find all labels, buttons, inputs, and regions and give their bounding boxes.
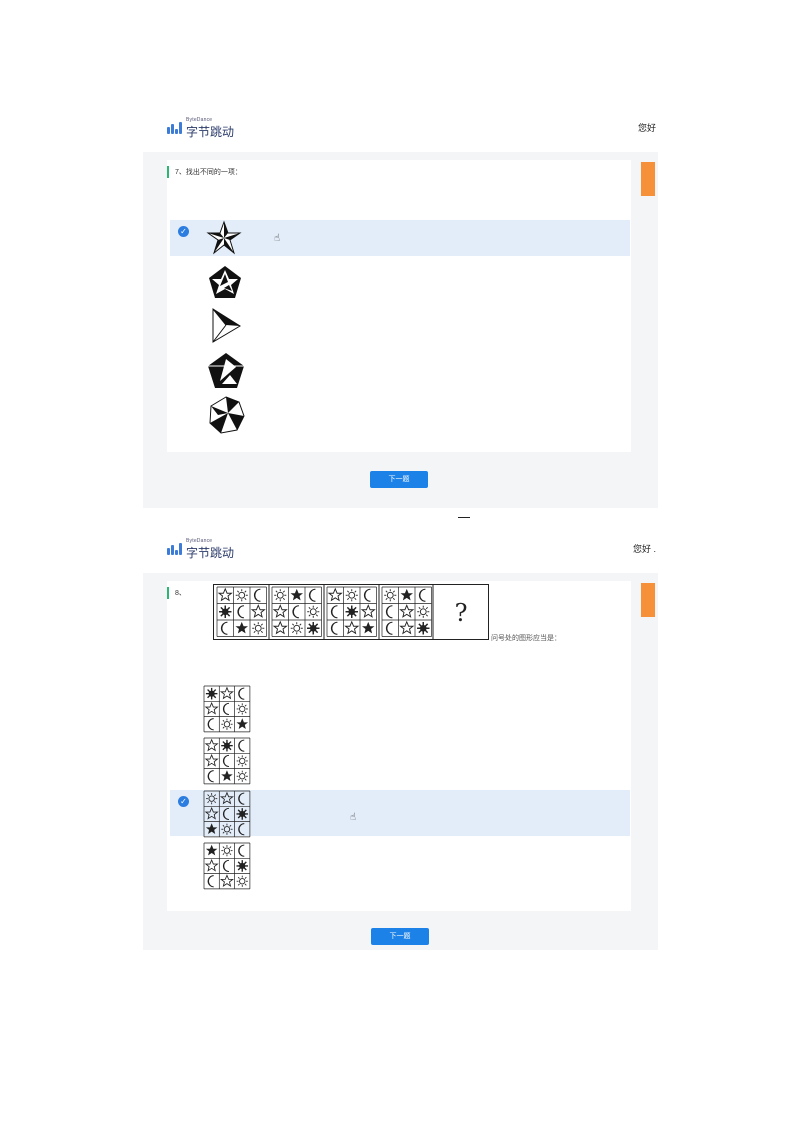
- sun-symbol-icon: [218, 604, 233, 619]
- triangle-fan-icon: [212, 308, 241, 343]
- moon-symbol-icon: [222, 859, 230, 873]
- star-symbol-icon: [220, 874, 234, 887]
- greeting: 您好: [637, 123, 656, 133]
- hand-cursor-icon: ☝: [274, 233, 281, 244]
- sun-symbol-icon: [220, 844, 233, 857]
- shaded-pentagon-icon: [208, 353, 244, 388]
- option-d[interactable]: [170, 842, 630, 890]
- sun-symbol-icon: [236, 770, 249, 783]
- sun-symbol-icon: [344, 604, 359, 619]
- star-symbol-icon: [236, 718, 249, 730]
- greeting: 您好 .: [632, 544, 656, 554]
- scrollbar-thumb[interactable]: [641, 583, 655, 617]
- star-symbol-icon: [205, 807, 218, 820]
- sun-symbol-icon: [236, 702, 249, 715]
- moon-symbol-icon: [238, 823, 245, 836]
- faceted-heptagon-icon: [209, 396, 245, 434]
- logo-bars-icon: [167, 122, 182, 134]
- option-a[interactable]: [170, 685, 630, 733]
- logo-bars-icon: [167, 543, 182, 555]
- star-symbol-icon: [205, 739, 218, 751]
- moon-symbol-icon: [222, 754, 230, 768]
- question-prompt: 问号处的图形应当是：: [491, 635, 561, 642]
- star-symbol-icon: [220, 792, 234, 804]
- grid-option-b: [203, 737, 251, 785]
- moon-symbol-icon: [238, 739, 245, 752]
- pinwheel-star-icon: [206, 220, 242, 255]
- moon-symbol-icon: [222, 807, 230, 821]
- option-c[interactable]: ✓ ☝: [170, 790, 630, 838]
- answer-grid-1: [203, 685, 251, 733]
- check-icon: ✓: [178, 796, 189, 807]
- sun-symbol-icon: [205, 687, 219, 701]
- top-bar: ByteDance 字节跳动 您好 .: [143, 525, 658, 573]
- star-symbol-icon: [205, 823, 218, 835]
- question-figure-strip: ?: [213, 584, 489, 640]
- top-bar: ByteDance 字节跳动 您好: [143, 104, 658, 152]
- star-symbol-icon: [205, 859, 218, 872]
- question-number: 8、: [175, 590, 186, 597]
- brand-name: 字节跳动: [186, 546, 235, 560]
- star-symbol-icon: [205, 754, 218, 767]
- hand-cursor-icon: ☝: [350, 812, 357, 823]
- star-symbol-icon: [205, 844, 218, 856]
- question-marker: [167, 166, 169, 178]
- moon-symbol-icon: [222, 702, 230, 716]
- separator-mark: [458, 517, 470, 518]
- star-symbol-icon: [220, 687, 234, 699]
- next-button[interactable]: 下一题: [370, 471, 428, 488]
- moon-symbol-icon: [207, 718, 215, 731]
- option-d[interactable]: [170, 351, 630, 391]
- sun-symbol-icon: [236, 875, 249, 888]
- sun-symbol-icon: [416, 621, 431, 636]
- moon-symbol-icon: [238, 792, 245, 805]
- moon-symbol-icon: [207, 770, 215, 783]
- check-icon: ✓: [178, 226, 189, 237]
- grid-option-d: [203, 842, 251, 890]
- sun-symbol-icon: [306, 621, 321, 636]
- answer-grid-2: [203, 737, 251, 785]
- option-c[interactable]: [170, 307, 630, 345]
- moon-symbol-icon: [207, 875, 215, 888]
- option-a[interactable]: ✓ ☝: [170, 220, 630, 256]
- sun-symbol-icon: [235, 859, 249, 873]
- sun-symbol-icon: [236, 754, 249, 767]
- question-marker: [167, 587, 169, 599]
- screenshot-question-7: ByteDance 字节跳动 您好 7、找出不同的一项： ✓ ☝ 下一题: [143, 104, 658, 508]
- grid-option-a: [203, 685, 251, 733]
- star-symbol-icon: [205, 702, 218, 715]
- moon-symbol-icon: [238, 687, 245, 700]
- screenshot-question-8: ByteDance 字节跳动 您好 . 8、 ? 问号处的图形应当是： ✓ ☝: [143, 525, 658, 950]
- sun-symbol-icon: [220, 739, 234, 753]
- option-b[interactable]: [170, 264, 630, 302]
- sun-symbol-icon: [220, 823, 233, 836]
- sun-symbol-icon: [235, 807, 249, 821]
- answer-grid-4: [203, 842, 251, 890]
- answer-grid-3: [203, 790, 251, 838]
- scrollbar-thumb[interactable]: [641, 162, 655, 196]
- star-symbol-icon: [221, 770, 233, 782]
- question-title: 7、找出不同的一项：: [175, 169, 242, 176]
- next-button[interactable]: 下一题: [371, 928, 429, 945]
- sun-symbol-icon: [205, 792, 218, 805]
- moon-symbol-icon: [238, 844, 245, 857]
- star-in-pentagon-icon: [209, 266, 241, 298]
- option-e[interactable]: [170, 395, 630, 435]
- sun-symbol-icon: [220, 718, 233, 731]
- question-mark: ?: [455, 599, 468, 627]
- grid-option-c: [203, 790, 251, 838]
- option-b[interactable]: [170, 737, 630, 785]
- brand-name: 字节跳动: [186, 125, 235, 139]
